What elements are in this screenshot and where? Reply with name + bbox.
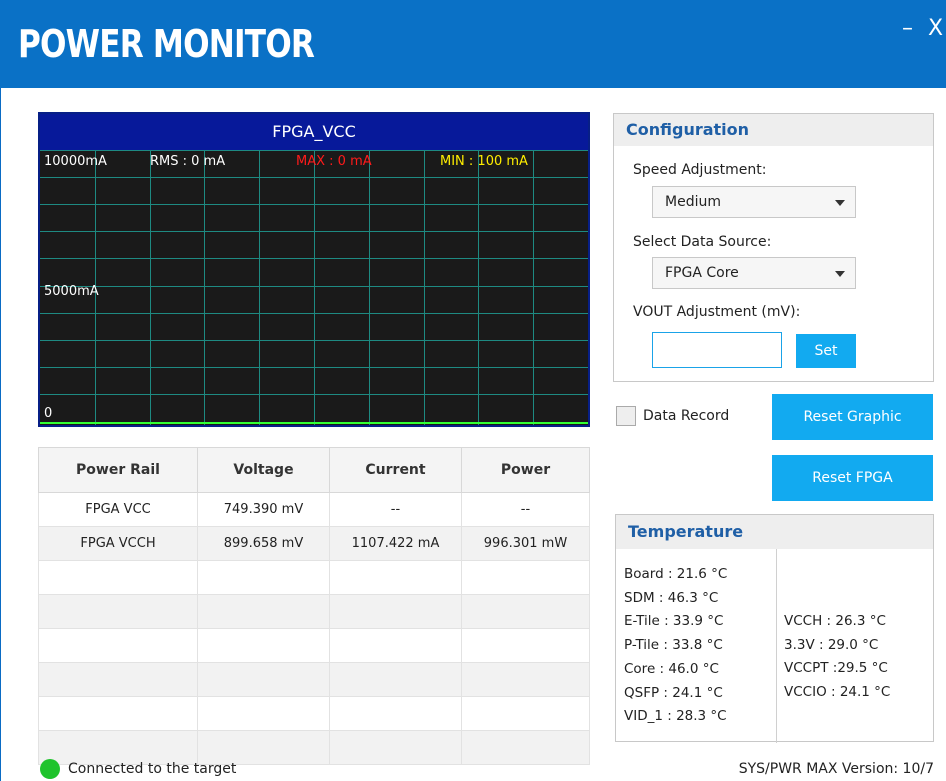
current-graph: FPGA_VCC 10000mA RMS : 0 mA MAX : 0 mA M… [38, 112, 590, 427]
speed-select[interactable]: Medium [652, 186, 856, 218]
temp-vid1: VID_1 : 28.3 °C [624, 708, 727, 725]
y-bottom-label: 0 [44, 406, 53, 421]
app-title: POWER MONITOR [18, 22, 315, 66]
temperature-divider [776, 549, 777, 743]
configuration-panel: Configuration Speed Adjustment: Medium S… [613, 113, 934, 382]
cell-voltage: 749.390 mV [197, 492, 330, 527]
temp-vccpt: VCCPT :29.5 °C [784, 660, 888, 677]
col-power-rail: Power Rail [38, 447, 198, 493]
cell-current: -- [329, 492, 462, 527]
temp-qsfp: QSFP : 24.1 °C [624, 684, 723, 701]
connection-status: Connected to the target [68, 761, 237, 777]
cell-power: -- [461, 492, 590, 527]
temp-3v3: 3.3V : 29.0 °C [784, 636, 879, 653]
y-mid-label: 5000mA [44, 284, 99, 299]
temp-etile: E-Tile : 33.9 °C [624, 613, 724, 630]
table-row-empty [38, 730, 590, 765]
chevron-down-icon [835, 271, 845, 277]
cell-rail: FPGA VCC [38, 492, 198, 527]
title-bar: POWER MONITOR – X [0, 0, 946, 88]
temp-vccio: VCCIO : 24.1 °C [784, 684, 891, 701]
table-row: FPGA VCC 749.390 mV -- -- [38, 492, 590, 527]
minimize-icon[interactable]: – [902, 18, 913, 40]
max-readout: MAX : 0 mA [296, 154, 372, 169]
table-row-empty [38, 662, 590, 697]
speed-label: Speed Adjustment: [633, 162, 767, 178]
connection-status-icon [40, 759, 60, 779]
set-button[interactable]: Set [796, 334, 856, 368]
table-header-row: Power Rail Voltage Current Power [38, 447, 590, 493]
graph-title: FPGA_VCC [40, 114, 588, 150]
cell-rail: FPGA VCCH [38, 526, 198, 561]
source-label: Select Data Source: [633, 234, 772, 250]
min-readout: MIN : 100 mA [440, 154, 528, 169]
table-row-empty [38, 594, 590, 629]
close-icon[interactable]: X [928, 18, 943, 40]
temp-sdm: SDM : 46.3 °C [624, 589, 719, 606]
cell-power: 996.301 mW [461, 526, 590, 561]
table-row-empty [38, 628, 590, 663]
configuration-title: Configuration [614, 114, 933, 146]
table-row-empty [38, 560, 590, 595]
chevron-down-icon [835, 200, 845, 206]
vout-label: VOUT Adjustment (mV): [633, 304, 801, 320]
table-row-empty [38, 696, 590, 731]
col-current: Current [329, 447, 462, 493]
power-rail-table: Power Rail Voltage Current Power FPGA VC… [38, 447, 590, 765]
reset-fpga-button[interactable]: Reset FPGA [772, 455, 933, 501]
temperature-title: Temperature [616, 515, 933, 549]
col-power: Power [461, 447, 590, 493]
temp-board: Board : 21.6 °C [624, 566, 728, 582]
speed-value: Medium [665, 194, 721, 210]
y-top-label: 10000mA [44, 154, 107, 169]
temperature-right-list: VCCH : 26.3 °C 3.3V : 29.0 °C VCCPT :29.… [784, 610, 890, 705]
data-record-checkbox[interactable] [616, 406, 636, 426]
temperature-panel: Temperature Board : 21.6 °C SDM : 46.3 °… [615, 514, 934, 743]
table-row: FPGA VCCH 899.658 mV 1107.422 mA 996.301… [38, 526, 590, 561]
graph-grid [40, 150, 588, 425]
reset-graphic-button[interactable]: Reset Graphic [772, 394, 933, 440]
cell-voltage: 899.658 mV [197, 526, 330, 561]
temp-vcch: VCCH : 26.3 °C [784, 613, 886, 629]
col-voltage: Voltage [197, 447, 330, 493]
temp-core: Core : 46.0 °C [624, 660, 719, 677]
data-record-label: Data Record [643, 408, 730, 424]
vout-input[interactable] [652, 332, 782, 368]
temperature-left-list: Board : 21.6 °C SDM : 46.3 °C E-Tile : 3… [624, 563, 727, 729]
data-source-select[interactable]: FPGA Core [652, 257, 856, 289]
cell-current: 1107.422 mA [329, 526, 462, 561]
version-label: SYS/PWR MAX Version: 10/7 [738, 761, 934, 777]
rms-readout: RMS : 0 mA [150, 154, 226, 169]
source-value: FPGA Core [665, 265, 739, 281]
temp-ptile: P-Tile : 33.8 °C [624, 637, 723, 654]
